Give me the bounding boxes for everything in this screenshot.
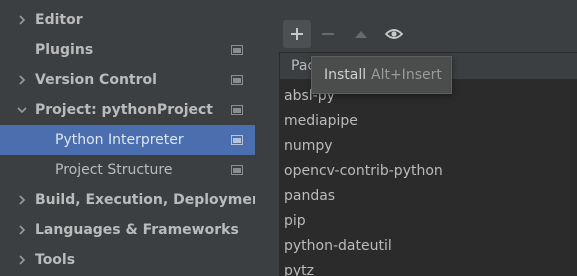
upgrade-package-button[interactable] [347, 20, 375, 48]
plus-icon [291, 28, 303, 40]
list-item[interactable]: pip [284, 213, 306, 229]
project-level-icon [231, 105, 243, 115]
chevron-right-icon[interactable] [15, 13, 29, 27]
chevron-right-icon[interactable] [15, 73, 29, 87]
sidebar-item-plugins[interactable]: Plugins [0, 35, 255, 65]
chevron-right-icon[interactable] [15, 253, 29, 267]
chevron-down-icon[interactable] [15, 103, 29, 117]
sidebar-item-tools[interactable]: Tools [0, 245, 255, 275]
chevron-right-icon[interactable] [15, 193, 29, 207]
add-package-button[interactable] [283, 20, 311, 48]
sidebar-item-label: Python Interpreter [55, 132, 184, 148]
settings-sidebar: Editor Plugins Version Control Project: … [0, 0, 269, 276]
eye-icon [385, 29, 403, 39]
chevron-right-icon[interactable] [15, 223, 29, 237]
triangle-up-icon [355, 31, 367, 38]
project-level-icon [231, 165, 243, 175]
sidebar-item-version-control[interactable]: Version Control [0, 65, 255, 95]
sidebar-item-project-structure[interactable]: Project Structure [0, 155, 255, 185]
remove-package-button[interactable] [314, 20, 342, 48]
tooltip-label: Install [324, 67, 367, 83]
sidebar-item-label: Project: pythonProject [35, 102, 214, 118]
sidebar-item-label: Version Control [35, 72, 157, 88]
sidebar-item-label: Plugins [35, 42, 94, 58]
project-level-icon [231, 75, 243, 85]
minus-icon [322, 33, 334, 35]
tooltip-shortcut: Alt+Insert [371, 67, 442, 83]
sidebar-item-project[interactable]: Project: pythonProject [0, 95, 255, 125]
project-level-icon [231, 135, 243, 145]
list-item[interactable]: numpy [284, 138, 333, 154]
project-level-icon [231, 45, 243, 55]
sidebar-item-languages-frameworks[interactable]: Languages & Frameworks [0, 215, 255, 245]
install-tooltip: Install Alt+Insert [311, 56, 452, 94]
package-list[interactable]: absl-py mediapipe numpy opencv-contrib-p… [280, 80, 577, 276]
sidebar-item-build-execution-deployment[interactable]: Build, Execution, Deployment [0, 185, 269, 215]
sidebar-item-label: Editor [35, 12, 83, 28]
sidebar-item-label: Build, Execution, Deployment [35, 192, 269, 208]
list-item[interactable]: pytz [284, 263, 314, 276]
list-item[interactable]: pandas [284, 188, 335, 204]
sidebar-item-label: Tools [35, 252, 76, 268]
list-item[interactable]: mediapipe [284, 113, 358, 129]
sidebar-item-editor[interactable]: Editor [0, 5, 255, 35]
sidebar-item-python-interpreter[interactable]: Python Interpreter [0, 125, 255, 155]
list-item[interactable]: python-dateutil [284, 238, 392, 254]
sidebar-item-label: Project Structure [55, 162, 173, 178]
list-item[interactable]: opencv-contrib-python [284, 163, 443, 179]
sidebar-item-label: Languages & Frameworks [35, 222, 239, 238]
show-early-releases-button[interactable] [380, 20, 408, 48]
package-toolbar [280, 20, 410, 48]
